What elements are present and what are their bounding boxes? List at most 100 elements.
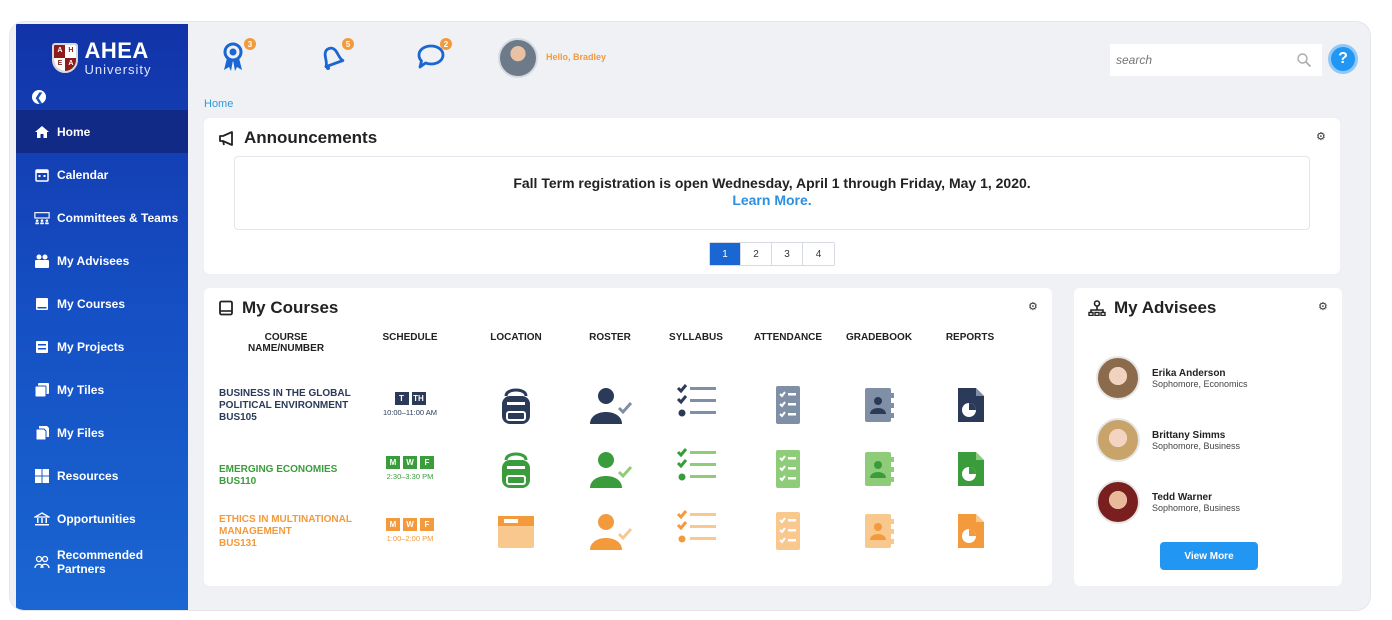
reports-icon[interactable]	[946, 446, 994, 492]
location-icon[interactable]	[492, 508, 540, 554]
schedule-time: 1:00–2:00 PM	[386, 534, 434, 543]
sidebar-item-label: My Courses	[57, 296, 126, 311]
resources-icon	[34, 468, 50, 483]
app-window: AH EA AHEA University ❮ Home Calendar Co…	[10, 22, 1370, 610]
announcement-text: Fall Term registration is open Wednesday…	[513, 175, 1031, 191]
view-more-button[interactable]: View More	[1160, 542, 1258, 570]
files-icon	[34, 425, 50, 440]
search-icon[interactable]	[1296, 52, 1312, 68]
messages-button[interactable]: 2	[416, 38, 452, 72]
home-icon	[34, 125, 50, 139]
top-bar: 3 5 2 Hello, Bradley ?	[188, 24, 1370, 90]
sidebar-item-label: Calendar	[57, 167, 109, 182]
gradebook-icon[interactable]	[855, 446, 903, 492]
reports-icon[interactable]	[946, 382, 994, 428]
advisee-item[interactable]: Tedd Warner Sophomore, Business	[1096, 480, 1240, 524]
gradebook-icon[interactable]	[855, 508, 903, 554]
megaphone-icon	[219, 131, 233, 146]
sidebar-item-committees[interactable]: Committees & Teams	[16, 196, 188, 239]
syllabus-icon[interactable]	[672, 508, 720, 554]
notifications-button[interactable]: 5	[318, 38, 354, 72]
course-schedule: T TH 10:00–11:00 AM	[378, 392, 442, 417]
advisees-settings-gear-icon[interactable]: ⚙	[1318, 302, 1328, 313]
breadcrumb[interactable]: Home	[204, 98, 233, 110]
opportunities-icon	[34, 511, 50, 526]
advisee-item[interactable]: Brittany Simms Sophomore, Business	[1096, 418, 1240, 462]
search-input[interactable]	[1110, 44, 1322, 76]
sidebar-item-calendar[interactable]: Calendar	[16, 153, 188, 196]
sidebar-item-opportunities[interactable]: Opportunities	[16, 497, 188, 540]
announcements-settings-gear-icon[interactable]: ⚙	[1316, 132, 1326, 143]
user-greeting[interactable]: Hello, Bradley	[546, 52, 606, 62]
sidebar-item-files[interactable]: My Files	[16, 411, 188, 454]
sidebar-item-label: Home	[57, 124, 91, 139]
my-advisees-title: My Advisees	[1114, 298, 1217, 317]
university-shield-icon: AH EA	[52, 43, 79, 73]
advisee-info: Sophomore, Business	[1152, 502, 1241, 513]
course-name-link[interactable]: ETHICS IN MULTINATIONAL MANAGEMENT BUS131	[219, 514, 352, 550]
schedule-day-badge: W	[403, 456, 417, 469]
help-button[interactable]: ?	[1328, 44, 1358, 74]
attendance-icon[interactable]	[764, 446, 812, 492]
gradebook-icon[interactable]	[855, 382, 903, 428]
sidebar: AH EA AHEA University ❮ Home Calendar Co…	[16, 24, 188, 610]
advisee-avatar	[1096, 356, 1140, 400]
advisees-icon	[34, 254, 50, 268]
course-icon	[34, 297, 50, 311]
award-ribbon-icon	[223, 42, 243, 71]
sidebar-item-advisees[interactable]: My Advisees	[16, 239, 188, 282]
syllabus-icon[interactable]	[672, 382, 720, 428]
page-3-button[interactable]: 3	[772, 243, 803, 265]
advisee-avatar	[1096, 418, 1140, 462]
sidebar-item-partners[interactable]: Recommended Partners	[16, 540, 188, 583]
messages-badge: 2	[440, 38, 452, 50]
page-1-button[interactable]: 1	[710, 243, 741, 265]
announcements-pagination: 1 2 3 4	[709, 242, 835, 266]
sidebar-item-projects[interactable]: My Projects	[16, 325, 188, 368]
sidebar-item-label: My Tiles	[57, 382, 105, 397]
courses-settings-gear-icon[interactable]: ⚙	[1028, 302, 1038, 313]
schedule-day-badge: W	[403, 518, 417, 531]
attendance-icon[interactable]	[764, 382, 812, 428]
announcements-title: Announcements	[244, 128, 378, 147]
sidebar-item-label: My Files	[57, 425, 105, 440]
attendance-icon[interactable]	[764, 508, 812, 554]
syllabus-icon[interactable]	[672, 446, 720, 492]
awards-button[interactable]: 3	[220, 38, 256, 72]
location-icon[interactable]	[492, 446, 540, 492]
user-avatar[interactable]	[498, 38, 538, 78]
schedule-day-badge: F	[420, 518, 434, 531]
page-4-button[interactable]: 4	[803, 243, 834, 265]
brand-name: AHEA	[84, 38, 149, 63]
location-icon[interactable]	[492, 382, 540, 428]
sidebar-item-tiles[interactable]: My Tiles	[16, 368, 188, 411]
roster-icon[interactable]	[586, 446, 634, 492]
sidebar-item-label: Opportunities	[57, 511, 136, 526]
brand-logo[interactable]: AH EA AHEA University	[16, 24, 188, 88]
sidebar-item-label: Resources	[57, 468, 119, 483]
reports-icon[interactable]	[946, 508, 994, 554]
learn-more-link[interactable]: Learn More.	[235, 192, 1309, 208]
brand-subtitle: University	[84, 62, 152, 77]
advisee-item[interactable]: Erika Anderson Sophomore, Economics	[1096, 356, 1248, 400]
notifications-badge: 5	[342, 38, 354, 50]
course-name-link[interactable]: EMERGING ECONOMIES BUS110	[219, 464, 337, 488]
collapse-sidebar-icon[interactable]: ❮	[32, 90, 46, 104]
course-name-link[interactable]: BUSINESS IN THE GLOBAL POLITICAL ENVIRONM…	[219, 388, 351, 424]
my-courses-header: My Courses	[218, 298, 338, 318]
sidebar-item-courses[interactable]: My Courses	[16, 282, 188, 325]
sidebar-item-home[interactable]: Home	[16, 110, 188, 153]
advisee-info: Sophomore, Economics	[1152, 378, 1248, 389]
book-icon	[219, 300, 233, 316]
sidebar-item-label: My Projects	[57, 339, 125, 354]
course-schedule: M W F 1:00–2:00 PM	[378, 518, 442, 543]
project-icon	[34, 340, 50, 354]
page-2-button[interactable]: 2	[741, 243, 772, 265]
roster-icon[interactable]	[586, 508, 634, 554]
announcement-message: Fall Term registration is open Wednesday…	[234, 156, 1310, 230]
awards-badge: 3	[244, 38, 256, 50]
schedule-time: 10:00–11:00 AM	[382, 408, 438, 417]
sidebar-item-resources[interactable]: Resources	[16, 454, 188, 497]
advisee-name: Brittany Simms	[1152, 429, 1226, 441]
roster-icon[interactable]	[586, 382, 634, 428]
